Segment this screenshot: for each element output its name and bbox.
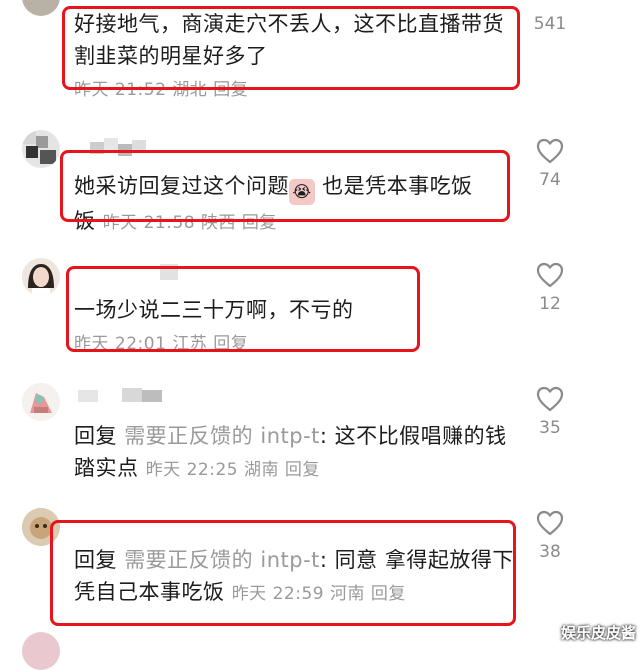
username-blur (90, 138, 148, 158)
comment-location: 湖北 (172, 80, 208, 100)
like-count: 74 (539, 170, 561, 190)
reply-button[interactable]: 回复 (213, 80, 248, 100)
comment-time: 昨天 21:58 (102, 213, 196, 233)
reply-target-user[interactable]: 需要正反馈的 intp-t (124, 424, 320, 448)
like-button[interactable]: 74 (528, 138, 572, 190)
comment-text: 她采访回复过这个问题 😭 也是凭本事吃饭 饭 昨天 21:58 陕西 回复 (74, 174, 473, 233)
comment-location: 陕西 (201, 213, 236, 233)
like-count: 12 (539, 294, 561, 314)
reply-button[interactable]: 回复 (242, 213, 277, 233)
avatar[interactable] (22, 258, 60, 296)
avatar[interactable] (22, 383, 60, 421)
avatar-image (22, 258, 60, 296)
avatar[interactable] (22, 508, 60, 546)
like-button[interactable]: 12 (528, 262, 572, 314)
avatar[interactable] (22, 632, 60, 670)
like-count: 35 (539, 418, 561, 438)
heart-icon (536, 386, 564, 412)
comment-meta: 昨天 22:59 河南 回复 (232, 584, 406, 604)
reply-button[interactable]: 回复 (371, 584, 406, 604)
heart-icon (536, 138, 564, 164)
watermark: 娱乐皮皮酱 (560, 624, 636, 642)
avatar-image (22, 130, 56, 164)
comment-text: 好接地气，商演走穴不丢人，这不比直播带货割韭菜的明星好多了 昨天 21:52 湖… (74, 12, 504, 100)
avatar[interactable] (22, 0, 60, 16)
comment-location: 江苏 (172, 334, 208, 354)
avatar-image (22, 383, 60, 421)
reply-target-user[interactable]: 需要正反馈的 intp-t (124, 548, 320, 572)
blurred-username (78, 388, 162, 402)
comment-text: 回复 需要正反馈的 intp-t: 这不比假唱赚的钱踏实点 昨天 22:25 湖… (74, 424, 507, 480)
comment-time: 昨天 21:52 (74, 80, 167, 100)
comment-time: 昨天 22:01 (74, 334, 167, 354)
comment-meta: 昨天 21:52 湖北 回复 (74, 80, 248, 100)
comment-meta: 昨天 22:01 江苏 回复 (74, 334, 248, 354)
reply-prefix: 回复 (74, 424, 117, 448)
comment-meta: 昨天 21:58 陕西 回复 (103, 213, 277, 233)
reply-button[interactable]: 回复 (285, 460, 320, 480)
comment-text: 一场少说二三十万啊，不亏的 昨天 22:01 江苏 回复 (74, 298, 354, 354)
reply-prefix: 回复 (74, 548, 117, 572)
like-count: 541 (533, 14, 567, 34)
crying-emoji-icon: 😭 (289, 179, 315, 205)
comment-time: 昨天 22:25 (145, 460, 239, 480)
comment-meta: 昨天 22:25 湖南 回复 (146, 460, 320, 480)
avatar[interactable] (22, 130, 60, 168)
heart-icon (536, 510, 564, 536)
blurred-username (90, 138, 146, 156)
heart-icon (536, 262, 564, 288)
comment-location: 湖南 (244, 460, 279, 480)
reply-button[interactable]: 回复 (213, 334, 248, 354)
avatar-image (22, 508, 60, 546)
username-blur (160, 262, 180, 282)
username-blur (78, 386, 164, 406)
comment-time: 昨天 22:59 (231, 584, 325, 604)
comment-location: 河南 (330, 584, 365, 604)
blurred-username (160, 264, 178, 280)
like-button[interactable]: 38 (528, 510, 572, 562)
like-button[interactable]: 35 (528, 386, 572, 438)
like-count: 38 (539, 542, 561, 562)
like-button[interactable]: 541 (528, 2, 572, 34)
comment-text: 回复 需要正反馈的 intp-t: 同意 拿得起放得下 凭自己本事吃饭 昨天 2… (74, 548, 514, 604)
